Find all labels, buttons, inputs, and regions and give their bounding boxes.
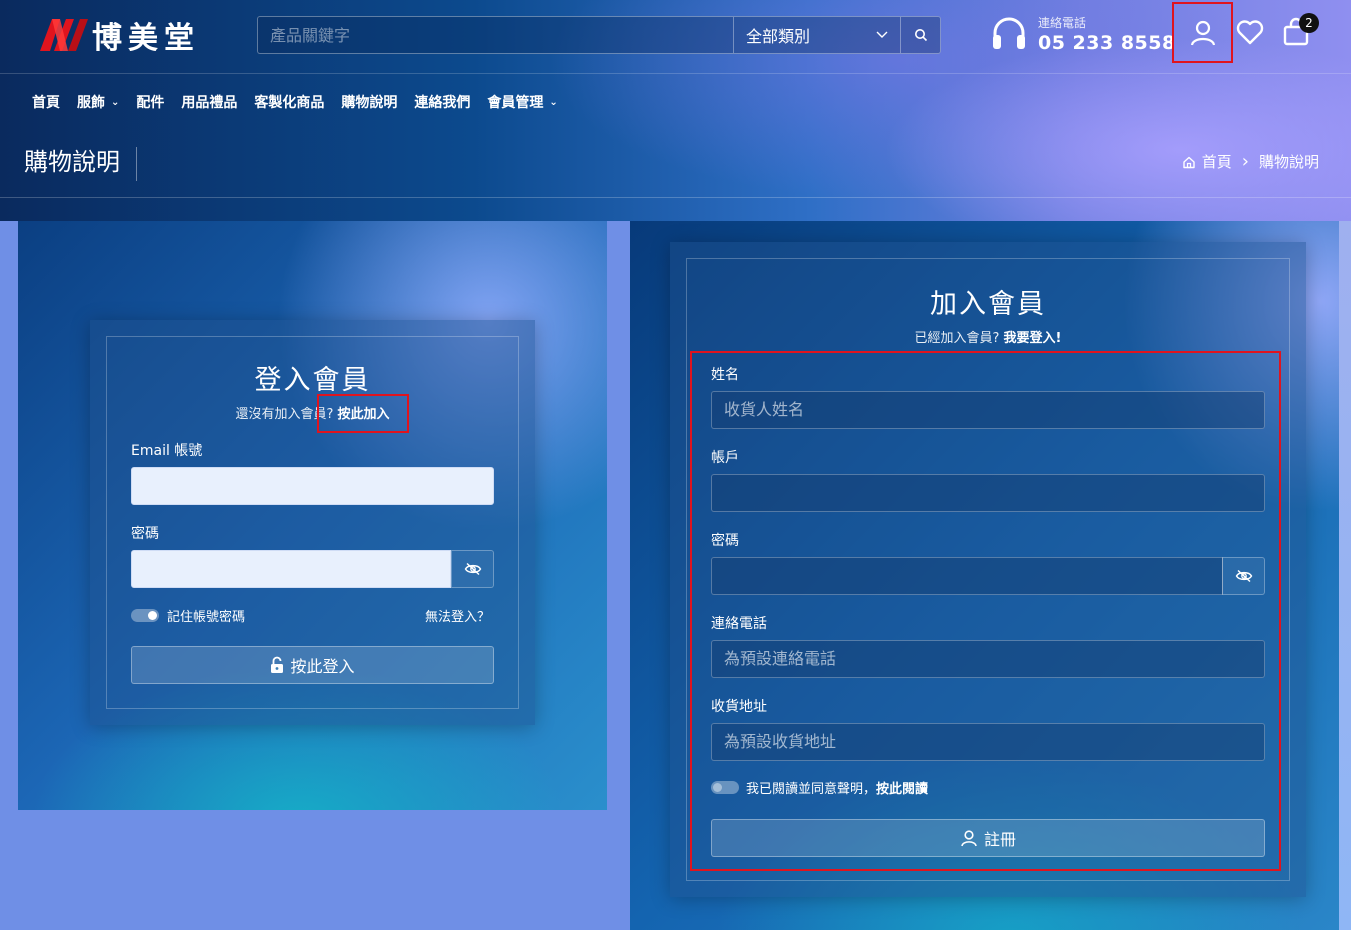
register-password-label: 密碼 <box>711 533 739 549</box>
brand-name: 博美堂 <box>92 21 200 56</box>
show-password-button[interactable] <box>451 550 494 588</box>
category-select[interactable]: 全部類別 <box>733 17 900 53</box>
login-subtitle: 還沒有加入會員? 按此加入 <box>235 407 390 422</box>
account-button[interactable] <box>1172 2 1233 63</box>
login-button[interactable]: 按此登入 <box>131 646 494 684</box>
brand-logo[interactable]: 博美堂 <box>40 17 200 56</box>
toggle-knob <box>148 611 157 620</box>
remember-label: 記住帳號密碼 <box>167 610 246 625</box>
address-label: 收貨地址 <box>711 699 767 715</box>
highlight-box <box>317 394 409 433</box>
register-button[interactable]: 註冊 <box>711 819 1265 857</box>
register-card: 加入會員 已經加入會員? 我要登入! 姓名 收貨人姓名 帳戶 密碼 連絡電話 為… <box>670 242 1306 897</box>
chevron-down-icon <box>876 31 888 38</box>
login-title: 登入會員 <box>254 365 371 396</box>
nav-item-apparel[interactable]: 服飾 ⌄ <box>77 92 119 112</box>
password-label: 密碼 <box>131 526 159 542</box>
logo-mark-icon <box>40 19 88 51</box>
eye-slash-icon <box>1235 569 1252 583</box>
nav-item-shopping-guide[interactable]: 購物說明 <box>341 92 397 112</box>
show-password-button[interactable] <box>1222 557 1265 595</box>
forgot-password-link[interactable]: 無法登入？ <box>425 606 490 625</box>
agree-toggle[interactable] <box>711 781 739 794</box>
login-panel: 登入會員 還沒有加入會員? 按此加入 Email 帳號 密碼 記住帳號密碼 無法… <box>18 221 607 810</box>
wishlist-button[interactable] <box>1235 17 1265 47</box>
nav-item-accessories[interactable]: 配件 <box>136 92 164 112</box>
home-icon <box>1183 156 1195 168</box>
email-field[interactable] <box>131 467 494 505</box>
breadcrumb-home[interactable]: 首頁 <box>1202 151 1232 172</box>
login-link[interactable]: 我要登入! <box>1004 331 1062 346</box>
search-bar: 全部類別 <box>257 16 941 54</box>
breadcrumb: 首頁 › 購物說明 <box>1182 151 1319 172</box>
category-select-value: 全部類別 <box>746 27 811 46</box>
agree-text: 我已閱讀並同意聲明，按此閱讀 <box>746 782 929 797</box>
login-card: 登入會員 還沒有加入會員? 按此加入 Email 帳號 密碼 記住帳號密碼 無法… <box>90 320 535 725</box>
account-field[interactable] <box>711 474 1265 512</box>
user-icon <box>961 830 977 847</box>
terms-link[interactable]: 按此閱讀 <box>876 782 928 797</box>
phone-field[interactable]: 為預設連絡電話 <box>711 640 1265 678</box>
nav-item-member[interactable]: 會員管理 ⌄ <box>487 92 557 112</box>
register-password-field[interactable] <box>711 557 1223 595</box>
cart-count-badge: 2 <box>1299 13 1319 33</box>
remember-toggle[interactable] <box>131 609 159 622</box>
register-panel: 加入會員 已經加入會員? 我要登入! 姓名 收貨人姓名 帳戶 密碼 連絡電話 為… <box>630 221 1339 930</box>
nav-item-custom[interactable]: 客製化商品 <box>254 92 324 112</box>
name-field[interactable]: 收貨人姓名 <box>711 391 1265 429</box>
search-input[interactable] <box>258 17 733 53</box>
eye-slash-icon <box>464 562 481 576</box>
contact-phone[interactable]: 05 233 8558 <box>1038 32 1176 54</box>
register-subtitle: 已經加入會員? 我要登入! <box>914 331 1062 346</box>
chevron-down-icon: ⌄ <box>111 96 120 108</box>
user-icon <box>1190 20 1215 45</box>
phone-label: 連絡電話 <box>711 616 767 632</box>
contact-label: 連絡電話 <box>1038 16 1087 30</box>
unlock-icon <box>271 656 284 673</box>
account-label: 帳戶 <box>711 450 739 466</box>
toggle-knob <box>713 783 722 792</box>
page-title: 購物說明 <box>24 147 137 181</box>
search-button[interactable] <box>900 17 940 53</box>
contact-info: 連絡電話 05 233 8558 <box>990 14 1176 54</box>
main-nav: 首頁 服飾 ⌄ 配件 用品禮品 客製化商品 購物說明 連絡我們 會員管理 ⌄ <box>32 92 575 112</box>
password-field[interactable] <box>131 550 451 588</box>
heart-icon <box>1236 20 1264 45</box>
breadcrumb-current: 購物說明 <box>1258 153 1319 171</box>
page-title-strip: 購物說明 首頁 › 購物說明 <box>0 129 1351 198</box>
nav-item-home[interactable]: 首頁 <box>32 92 60 112</box>
page-edge <box>1339 221 1351 930</box>
top-bar: 博美堂 全部類別 連絡電話 05 233 8558 <box>0 0 1351 74</box>
chevron-right-icon: › <box>1241 151 1249 172</box>
address-field[interactable]: 為預設收貨地址 <box>711 723 1265 761</box>
headset-icon <box>993 17 1025 49</box>
nav-item-contact[interactable]: 連絡我們 <box>414 92 470 112</box>
chevron-down-icon: ⌄ <box>549 96 558 108</box>
nav-item-gifts[interactable]: 用品禮品 <box>181 92 237 112</box>
email-label: Email 帳號 <box>131 443 203 459</box>
name-label: 姓名 <box>711 367 739 383</box>
register-title: 加入會員 <box>930 289 1046 320</box>
search-icon <box>914 29 927 42</box>
